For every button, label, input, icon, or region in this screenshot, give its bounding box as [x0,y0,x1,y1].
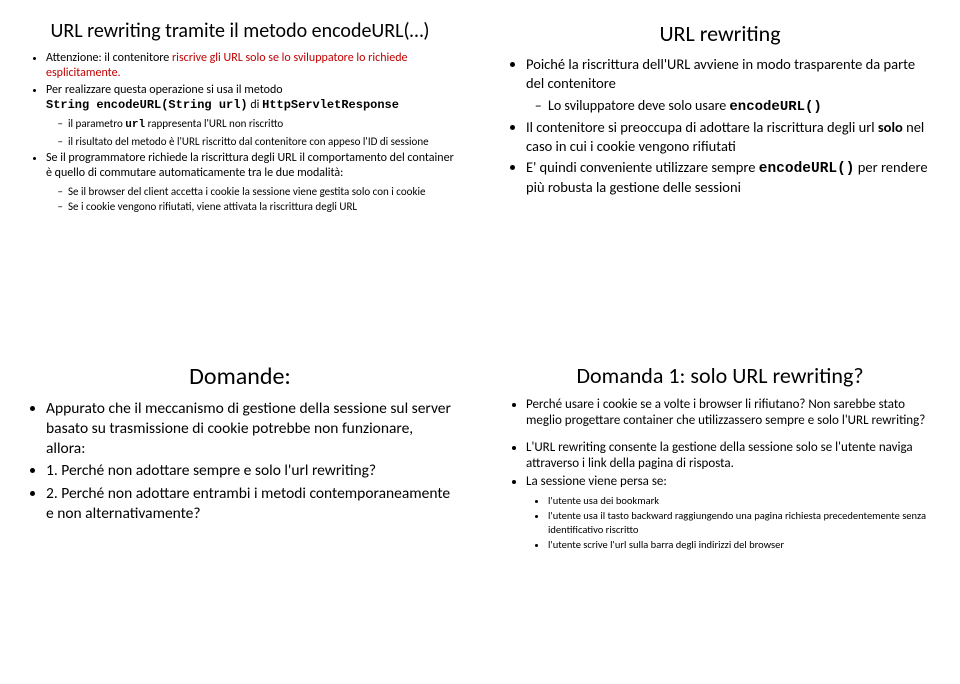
slide-2-list: Poiché la riscrittura dell'URL avviene i… [506,55,934,197]
list-item: l'utente usa il tasto backward raggiunge… [548,509,934,535]
list-item: Se il programmatore richiede la riscritt… [46,151,454,215]
list-item: Attenzione: il contenitore riscrive gli … [46,51,454,81]
list-item: Perché usare i cookie se a volte i brows… [526,397,934,430]
list-item: il risultato del metodo è l'URL riscritt… [68,135,454,149]
slide-1-title: URL rewriting tramite il metodo encodeUR… [26,20,454,43]
slide-3-list: Appurato che il meccanismo di gestione d… [26,399,454,524]
slide-4-list: Perché usare i cookie se a volte i brows… [506,397,934,430]
list-item: Se il browser del client accetta i cooki… [68,185,454,199]
list-item: il parametro url rappresenta l'URL non r… [68,117,454,133]
list-item: 2. Perché non adottare entrambi i metodi… [46,484,454,524]
slide-3: Domande: Appurato che il meccanismo di g… [0,342,480,684]
slide-1: URL rewriting tramite il metodo encodeUR… [0,0,480,342]
slide-4-list-2: L'URL rewriting consente la gestione del… [506,440,934,551]
list-item: L'URL rewriting consente la gestione del… [526,440,934,473]
slide-1-list: Attenzione: il contenitore riscrive gli … [26,51,454,214]
slide-4: Domanda 1: solo URL rewriting? Perché us… [480,342,960,684]
slide-2: URL rewriting Poiché la riscrittura dell… [480,0,960,342]
slide-4-title: Domanda 1: solo URL rewriting? [506,362,934,389]
list-item: 1. Perché non adottare sempre e solo l'u… [46,461,454,481]
slide-3-title: Domande: [26,362,454,391]
list-item: Lo sviluppatore deve solo usare encodeUR… [548,97,934,116]
list-item: Poiché la riscrittura dell'URL avviene i… [526,55,934,116]
list-item: La sessione viene persa se: l'utente usa… [526,474,934,551]
list-item: Appurato che il meccanismo di gestione d… [46,399,454,459]
list-item: Per realizzare questa operazione si usa … [46,83,454,149]
list-item: l'utente scrive l'url sulla barra degli … [548,538,934,551]
list-item: l'utente usa dei bookmark [548,494,934,507]
slide-grid: URL rewriting tramite il metodo encodeUR… [0,0,960,684]
list-item: Il contenitore si preoccupa di adottare … [526,118,934,156]
list-item: E' quindi conveniente utilizzare sempre … [526,158,934,198]
list-item: Se i cookie vengono rifiutati, viene att… [68,200,454,214]
slide-2-title: URL rewriting [506,20,934,47]
